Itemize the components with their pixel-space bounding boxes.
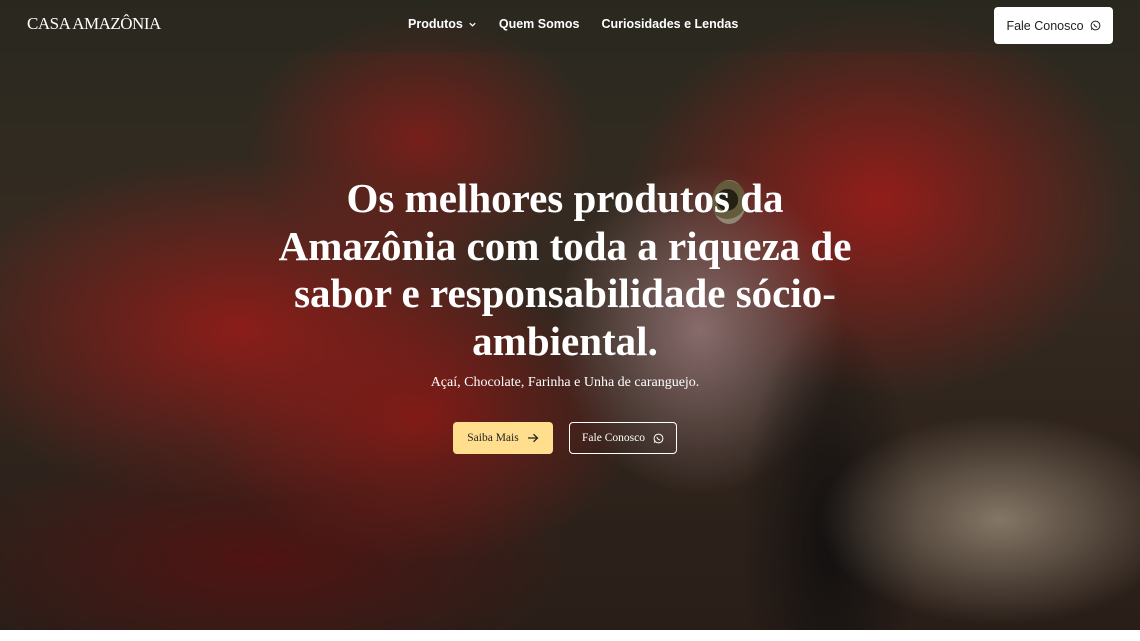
chevron-down-icon (468, 20, 477, 29)
arrow-right-icon (527, 433, 539, 443)
hero-subtitle: Açaí, Chocolate, Farinha e Unha de caran… (430, 375, 700, 390)
menu-item-produtos[interactable]: Produtos (408, 17, 477, 31)
main-menu: Produtos Quem Somos Curiosidades e Lenda… (408, 17, 738, 31)
page-bottom-edge (0, 630, 1140, 641)
nav-contact-label: Fale Conosco (1006, 18, 1084, 33)
menu-item-label: Curiosidades e Lendas (601, 17, 739, 31)
whatsapp-icon (1090, 20, 1101, 31)
fale-conosco-button[interactable]: Fale Conosco (569, 422, 677, 454)
saiba-mais-button[interactable]: Saiba Mais (453, 422, 553, 454)
hero-headline: Os melhores produtos da Amazônia com tod… (278, 175, 852, 364)
top-navbar: CASA AMAZÔNIA Produtos Quem Somos Curios… (0, 0, 1140, 52)
site-logo[interactable]: CASA AMAZÔNIA (27, 14, 161, 34)
whatsapp-icon (653, 433, 664, 444)
menu-item-label: Produtos (408, 17, 463, 31)
menu-item-quem-somos[interactable]: Quem Somos (499, 17, 580, 31)
menu-item-label: Quem Somos (498, 17, 580, 31)
nav-contact-button[interactable]: Fale Conosco (994, 7, 1113, 44)
saiba-mais-label: Saiba Mais (467, 432, 519, 444)
menu-item-curiosidades[interactable]: Curiosidades e Lendas (601, 17, 738, 31)
fale-conosco-label: Fale Conosco (582, 432, 645, 444)
